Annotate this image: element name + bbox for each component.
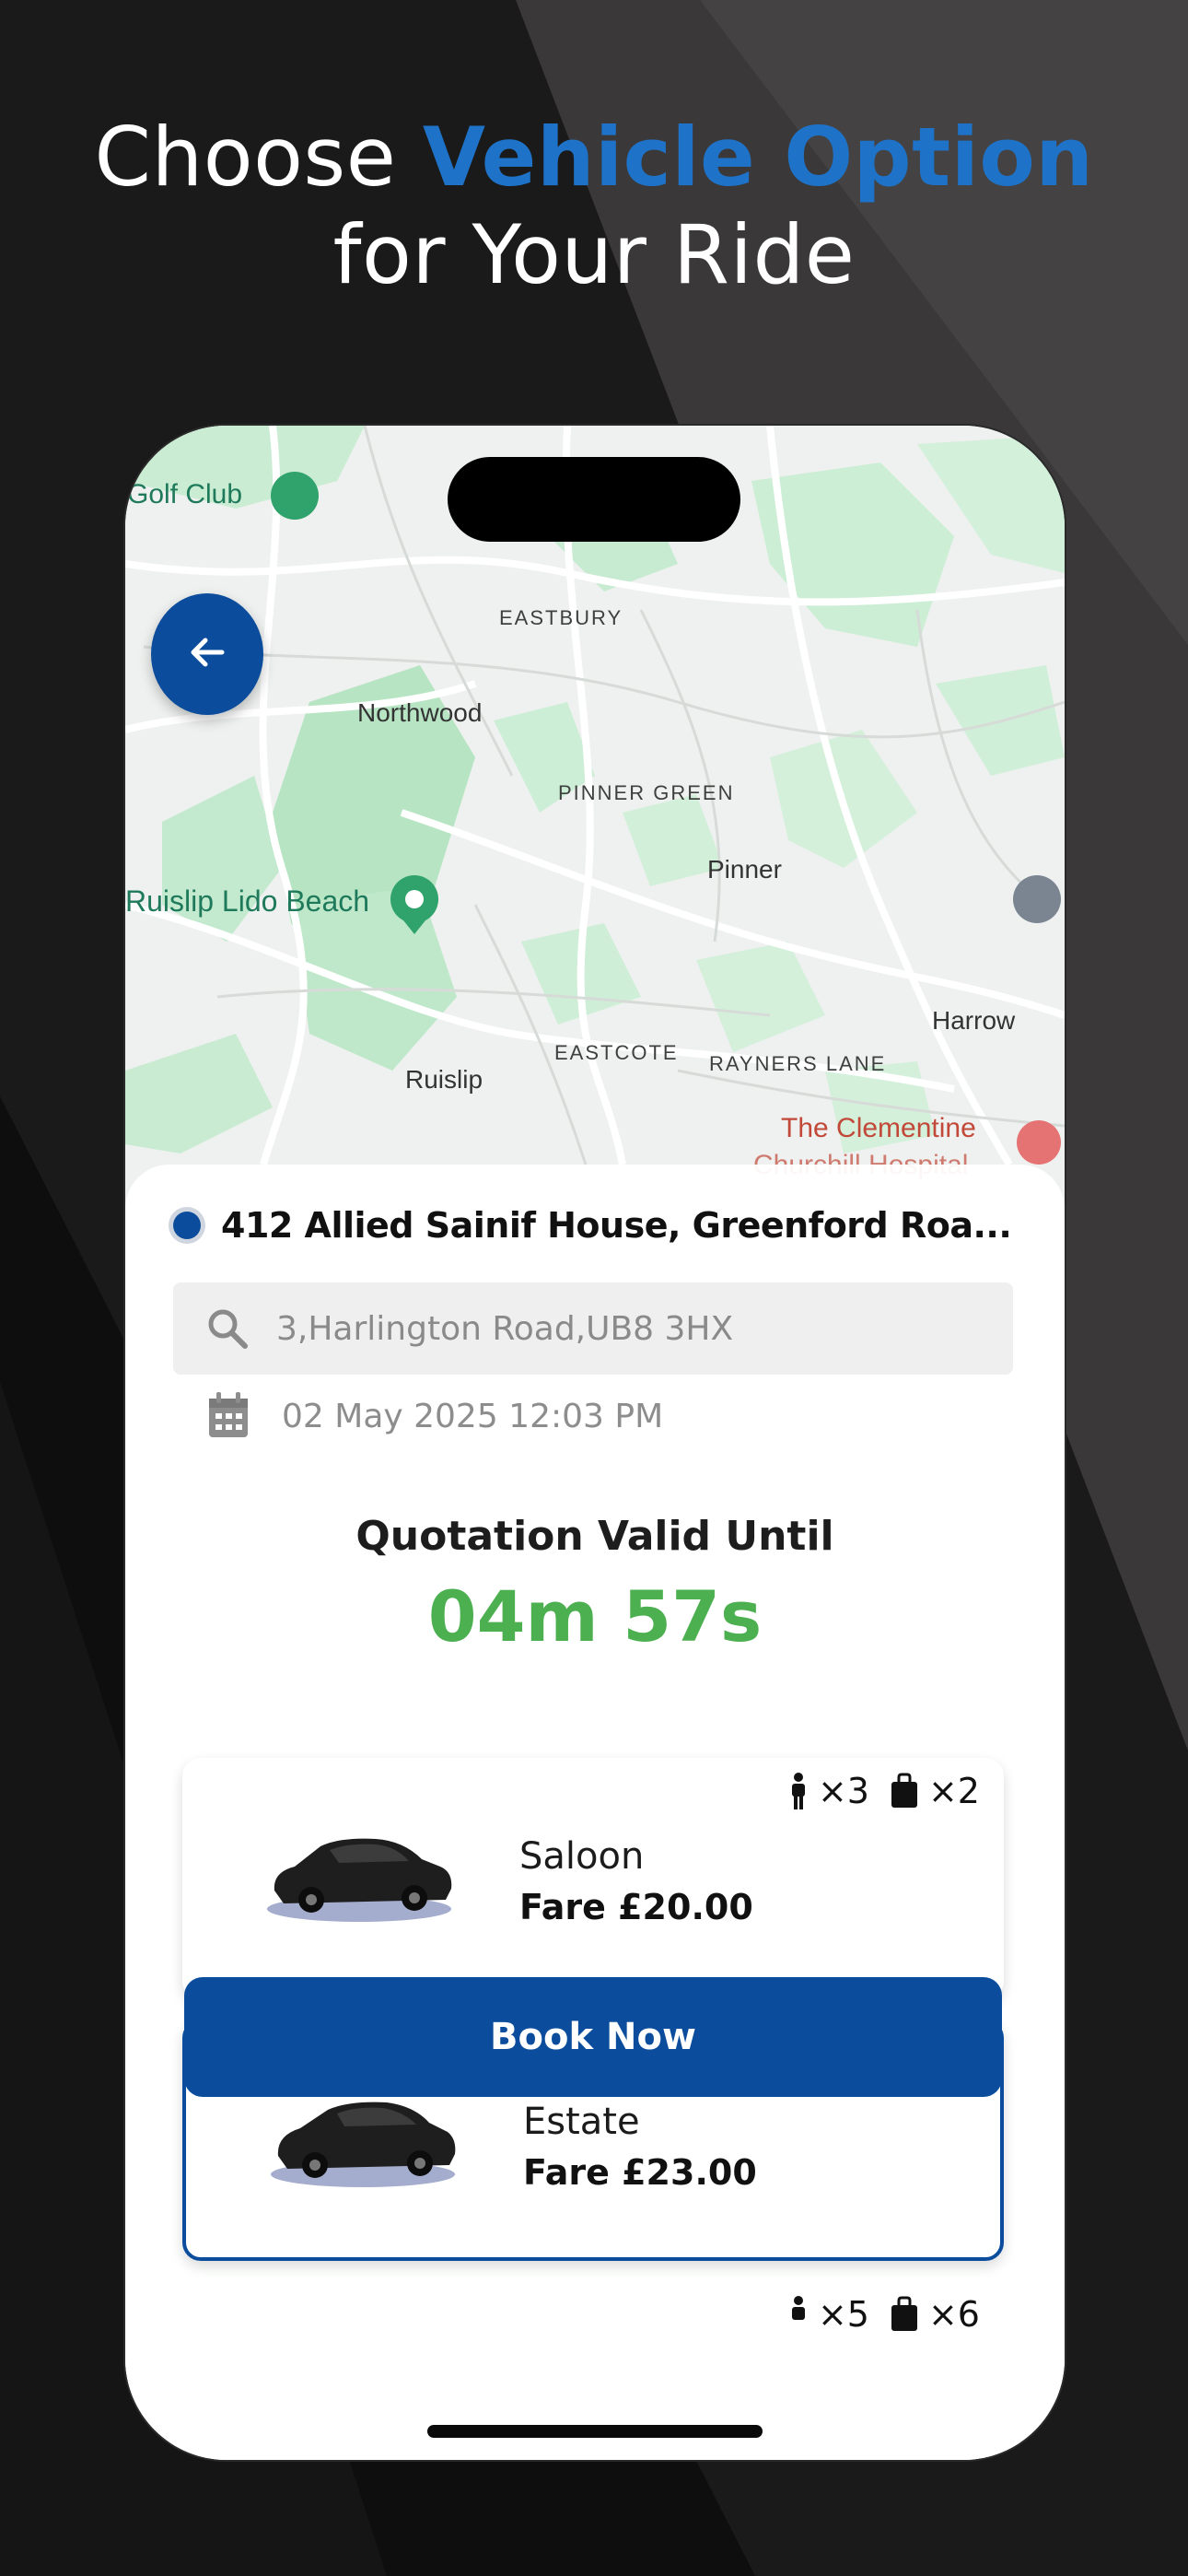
map-label-ruislip: Ruislip [405,1065,483,1094]
vehicle-capacity: ×5 ×6 [788,2294,980,2335]
headline-accent: Vehicle Option [422,110,1094,205]
luggage-icon [890,2296,919,2333]
passenger-count: ×5 [817,2294,869,2335]
map-label-clementine: The Clementine [781,1113,976,1143]
vehicle-name: Estate [523,2101,640,2143]
pickup-address: 412 Allied Sainif House, Greenford Roa..… [221,1205,1012,1246]
quotation-valid-label: Quotation Valid Until [355,1513,834,1560]
luggage-count: ×2 [927,1771,980,1811]
map-label-pinner-green: PINNER GREEN [558,781,735,804]
dynamic-island [448,457,740,542]
booking-sheet: 412 Allied Sainif House, Greenford Roa..… [125,1165,1065,2460]
car-icon [256,1819,459,1934]
map-label-harrow: Harrow [932,1006,1016,1035]
vehicle-card-third[interactable]: ×5 ×6 [182,2281,1004,2364]
phone-frame: Golf Club EASTBURY Northwood PINNER GREE… [125,426,1065,2460]
vehicle-capacity: ×3 ×2 [788,1771,980,1811]
map-label-rayners-lane: RAYNERS LANE [709,1052,887,1075]
promo-headline: Choose Vehicle Option for Your Ride [0,109,1188,304]
vehicle-fare: Fare £23.00 [523,2152,757,2193]
vehicle-card-saloon[interactable]: ×3 ×2 Saloon Fare £20.00 [182,1758,1004,1999]
map-label-golf: Golf Club [127,479,243,509]
arrow-left-icon [185,630,229,679]
person-icon [788,1773,809,1809]
map-label-eastcote: EASTCOTE [554,1041,679,1064]
headline-line2: for Your Ride [332,207,856,302]
car-icon [260,2084,462,2199]
dropoff-input[interactable]: 3,Harlington Road,UB8 3HX [173,1282,1013,1375]
pickup-dot-icon [173,1212,201,1239]
calendar-icon [206,1391,250,1441]
luggage-count: ×6 [927,2294,980,2335]
dropoff-address: 3,Harlington Road,UB8 3HX [276,1309,734,1348]
map-label-northwood: Northwood [357,698,483,727]
book-now-button[interactable]: Book Now [184,1977,1002,2097]
vehicle-fare: Fare £20.00 [519,1887,753,1927]
luggage-icon [890,1773,919,1809]
quotation-timer: 04m 57s [427,1575,763,1657]
map-label-pinner: Pinner [707,855,782,884]
pickup-location[interactable]: 412 Allied Sainif House, Greenford Roa..… [173,1205,1012,1246]
vehicle-name: Saloon [519,1835,645,1878]
headline-part1: Choose [94,110,423,205]
passenger-count: ×3 [817,1771,869,1811]
home-indicator [427,2425,763,2438]
person-icon [788,2296,809,2333]
date-time-row[interactable]: 02 May 2025 12:03 PM [206,1391,663,1441]
search-icon [204,1306,250,1352]
map-label-ruislip-lido: Ruislip Lido Beach [125,884,370,918]
pickup-datetime: 02 May 2025 12:03 PM [282,1397,664,1435]
back-button[interactable] [151,593,263,715]
map-label-eastbury: EASTBURY [499,606,623,629]
